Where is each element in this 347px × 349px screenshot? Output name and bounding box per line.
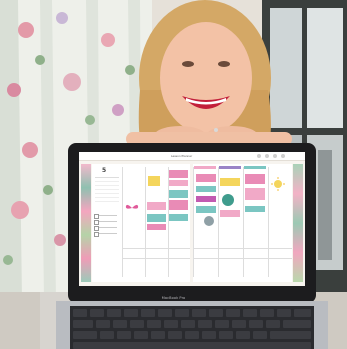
month-number: 5 [102,167,107,174]
column-header [244,166,266,169]
teal-block[interactable] [245,206,265,212]
pink-block[interactable] [245,188,265,200]
laptop-screen: Lesson Planner 5 [79,152,305,286]
toolbar-dot[interactable] [273,154,277,158]
teal-block[interactable] [196,206,216,213]
pink-block[interactable] [147,224,166,230]
toolbar-dot[interactable] [265,154,269,158]
floral-border-left [81,164,91,282]
task-list [94,214,120,254]
sun-icon [271,176,285,191]
mini-calendar: 5 [94,167,120,211]
teal-block[interactable] [147,214,166,222]
column-header [219,166,241,169]
sticker-icon [204,216,214,226]
butterfly-icon [125,198,139,209]
pink-block[interactable] [169,170,188,178]
yellow-note[interactable] [148,176,160,186]
photo-scene: Lesson Planner 5 MacBook Pro [0,0,347,349]
laptop-brand-label: MacBook Pro [161,296,186,300]
toolbar-dot[interactable] [257,154,261,158]
toolbar-dot[interactable] [281,154,285,158]
purple-block[interactable] [196,196,216,202]
column-header [194,166,216,169]
floral-border-right [293,164,303,282]
pink-block[interactable] [196,174,216,182]
pink-block[interactable] [169,200,188,210]
keyboard [70,306,314,349]
pink-block[interactable] [169,180,188,186]
pink-block[interactable] [245,174,265,184]
teal-block[interactable] [169,190,188,198]
yellow-note[interactable] [220,178,240,186]
teal-block[interactable] [196,186,216,192]
teal-block[interactable] [169,214,188,221]
pink-block[interactable] [147,202,166,210]
day-column [122,167,145,277]
pink-block[interactable] [220,210,240,217]
planner-title: Lesson Planner [171,154,193,158]
teal-circle-sticker [222,194,234,206]
